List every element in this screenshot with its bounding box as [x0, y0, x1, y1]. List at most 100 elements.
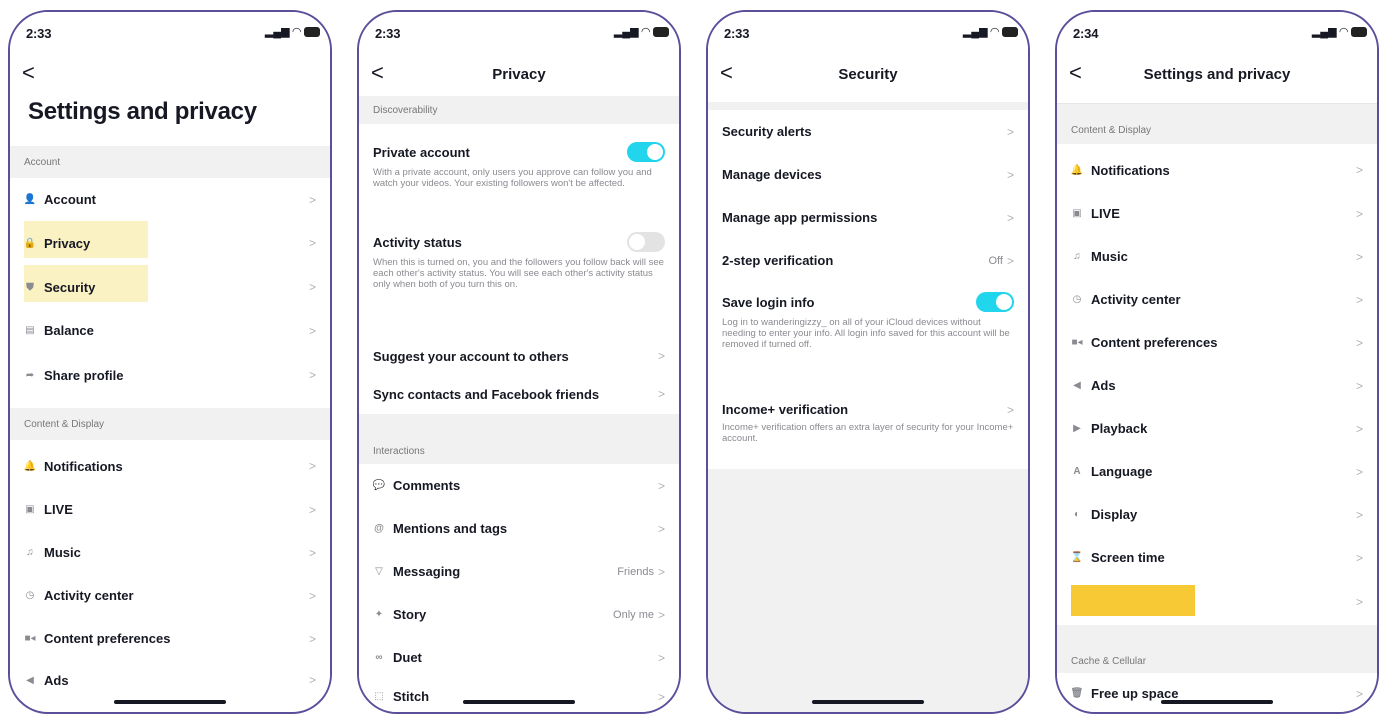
home-indicator[interactable]	[1161, 700, 1273, 704]
privacy-item-comments[interactable]: 💬 Comments >	[359, 464, 679, 507]
home-indicator[interactable]	[114, 700, 226, 704]
bell-icon: 🔔	[23, 460, 37, 472]
section-discoverability: Discoverability	[359, 96, 679, 124]
security-item-manage-devices[interactable]: Manage devices >	[708, 153, 1028, 196]
save-login-label: Save login info	[722, 294, 815, 310]
home-indicator[interactable]	[463, 700, 575, 704]
privacy-item-mentions[interactable]: @ Mentions and tags >	[359, 507, 679, 550]
settings-item-activity-center[interactable]: ◷ Activity center >	[10, 574, 330, 617]
settings-item-free-up-space[interactable]: 🗑 Free up space >	[1057, 673, 1377, 712]
settings-item-music[interactable]: ♫ Music >	[10, 531, 330, 574]
settings-item-share-profile[interactable]: ➦ Share profile >	[10, 352, 330, 398]
chevron-right-icon: >	[657, 564, 665, 579]
chevron-right-icon: >	[657, 607, 665, 622]
save-login-block: Save login info Log in to wanderingizzy_…	[708, 282, 1028, 394]
sync-contacts-item[interactable]: Sync contacts and Facebook friends >	[359, 374, 679, 414]
status-bar: 2:33 ▂▄▆ ◠	[708, 12, 1028, 52]
status-icons: ▂▄▆ ◠	[963, 25, 1018, 38]
settings-item-privacy[interactable]: 🔒 Privacy >	[10, 221, 330, 265]
chevron-right-icon: >	[657, 521, 665, 536]
settings-item-language[interactable]: A Language >	[1057, 450, 1377, 493]
income-verification-block[interactable]: Income+ verification > Income+ verificat…	[708, 394, 1028, 469]
security-item-2-step[interactable]: 2-step verification Off >	[708, 239, 1028, 282]
battery-icon	[304, 26, 320, 37]
item-label: Manage app permissions	[722, 210, 878, 225]
chevron-right-icon: >	[1006, 402, 1014, 417]
private-account-label: Private account	[373, 144, 470, 160]
settings-item-music[interactable]: ♫ Music >	[1057, 235, 1377, 278]
save-login-toggle[interactable]	[976, 292, 1014, 312]
activity-status-toggle[interactable]	[627, 232, 665, 252]
item-label: Suggest your account to others	[373, 348, 569, 364]
wifi-icon: ◠	[641, 26, 650, 38]
private-account-toggle[interactable]	[627, 142, 665, 162]
settings-item-ads[interactable]: ◀ Ads >	[1057, 364, 1377, 407]
item-label: Share profile	[44, 367, 124, 383]
at-icon: @	[374, 523, 384, 534]
status-bar: 2:34 ▂▄▆ ◠	[1057, 12, 1377, 52]
item-label: Content preferences	[44, 631, 171, 646]
settings-item-display[interactable]: ◐ Display >	[1057, 493, 1377, 536]
settings-item-notifications[interactable]: 🔔 Notifications >	[10, 444, 330, 488]
wallet-icon: ▤	[25, 325, 35, 336]
settings-item-ads[interactable]: ◀ Ads >	[10, 660, 330, 700]
battery-icon	[653, 26, 669, 37]
phone-settings-scrolled: 2:34 ▂▄▆ ◠ < Settings and privacy Conten…	[1055, 10, 1379, 714]
comment-icon: 💬	[372, 480, 386, 491]
privacy-item-stitch[interactable]: ⬚ Stitch >	[359, 679, 679, 712]
tv-icon: ▣	[25, 504, 35, 515]
section-interactions: Interactions	[359, 414, 679, 468]
clock-icon: ◷	[25, 590, 35, 601]
item-label: Privacy	[44, 235, 91, 251]
settings-item-content-preferences[interactable]: ■◂ Content preferences >	[10, 617, 330, 660]
chevron-right-icon: >	[1355, 163, 1363, 177]
item-label: Free up space	[1091, 686, 1179, 701]
home-indicator[interactable]	[812, 700, 924, 704]
settings-item-playback[interactable]: ▶ Playback >	[1057, 407, 1377, 450]
chevron-right-icon: >	[1355, 335, 1363, 350]
private-account-description: With a private account, only users you a…	[373, 167, 652, 189]
video-icon: ■◂	[1071, 337, 1083, 348]
language-icon: A	[1073, 466, 1081, 477]
item-label: Notifications	[44, 458, 123, 474]
settings-item-activity-center[interactable]: ◷ Activity center >	[1057, 278, 1377, 321]
chevron-right-icon: >	[1006, 124, 1014, 139]
person-icon: 👤	[23, 194, 37, 205]
settings-item-live[interactable]: ▣ LIVE >	[1057, 192, 1377, 235]
chevron-right-icon: >	[1006, 167, 1014, 182]
privacy-item-duet[interactable]: ∞ Duet >	[359, 636, 679, 679]
divider	[1057, 96, 1377, 104]
chevron-right-icon: >	[1006, 210, 1014, 225]
chevron-right-icon: >	[1355, 464, 1363, 479]
settings-item-notifications[interactable]: 🔔 Notifications >	[1057, 148, 1377, 192]
security-item-alerts[interactable]: Security alerts >	[708, 110, 1028, 153]
phone-settings-and-privacy: 2:33 ▂▄▆ ◠ < Settings and privacy Accoun…	[8, 10, 332, 714]
settings-item-screen-time[interactable]: ⌛ Screen time >	[1057, 536, 1377, 579]
privacy-item-story[interactable]: ✦ Story Only me >	[359, 593, 679, 636]
page-title: Security	[838, 66, 898, 83]
chevron-right-icon: >	[308, 502, 316, 517]
settings-item-live[interactable]: ▣ LIVE >	[10, 488, 330, 531]
privacy-item-messaging[interactable]: ▽ Messaging Friends >	[359, 550, 679, 593]
security-item-app-permissions[interactable]: Manage app permissions >	[708, 196, 1028, 239]
item-label: Music	[1091, 249, 1128, 264]
item-label: Story	[393, 607, 427, 622]
video-icon: ■◂	[24, 633, 36, 644]
item-label: Comments	[393, 478, 461, 493]
settings-item-content-preferences[interactable]: ■◂ Content preferences >	[1057, 321, 1377, 364]
status-time: 2:33	[724, 26, 750, 41]
chevron-right-icon: >	[1355, 378, 1363, 393]
chevron-right-icon: >	[308, 631, 316, 646]
chevron-right-icon: >	[1355, 249, 1363, 264]
item-label: Playback	[1091, 421, 1148, 436]
status-time: 2:33	[26, 26, 52, 41]
chevron-right-icon: >	[657, 387, 665, 401]
chevron-right-icon: >	[1355, 206, 1363, 221]
page-title: Privacy	[492, 66, 546, 83]
back-button[interactable]: <	[22, 62, 35, 84]
settings-item-balance[interactable]: ▤ Balance >	[10, 309, 330, 352]
chevron-right-icon: >	[1355, 595, 1363, 609]
status-bar: 2:33 ▂▄▆ ◠	[359, 12, 679, 52]
settings-item-security[interactable]: ⛊ Security >	[10, 265, 330, 309]
settings-item-account[interactable]: 👤 Account >	[10, 178, 330, 221]
